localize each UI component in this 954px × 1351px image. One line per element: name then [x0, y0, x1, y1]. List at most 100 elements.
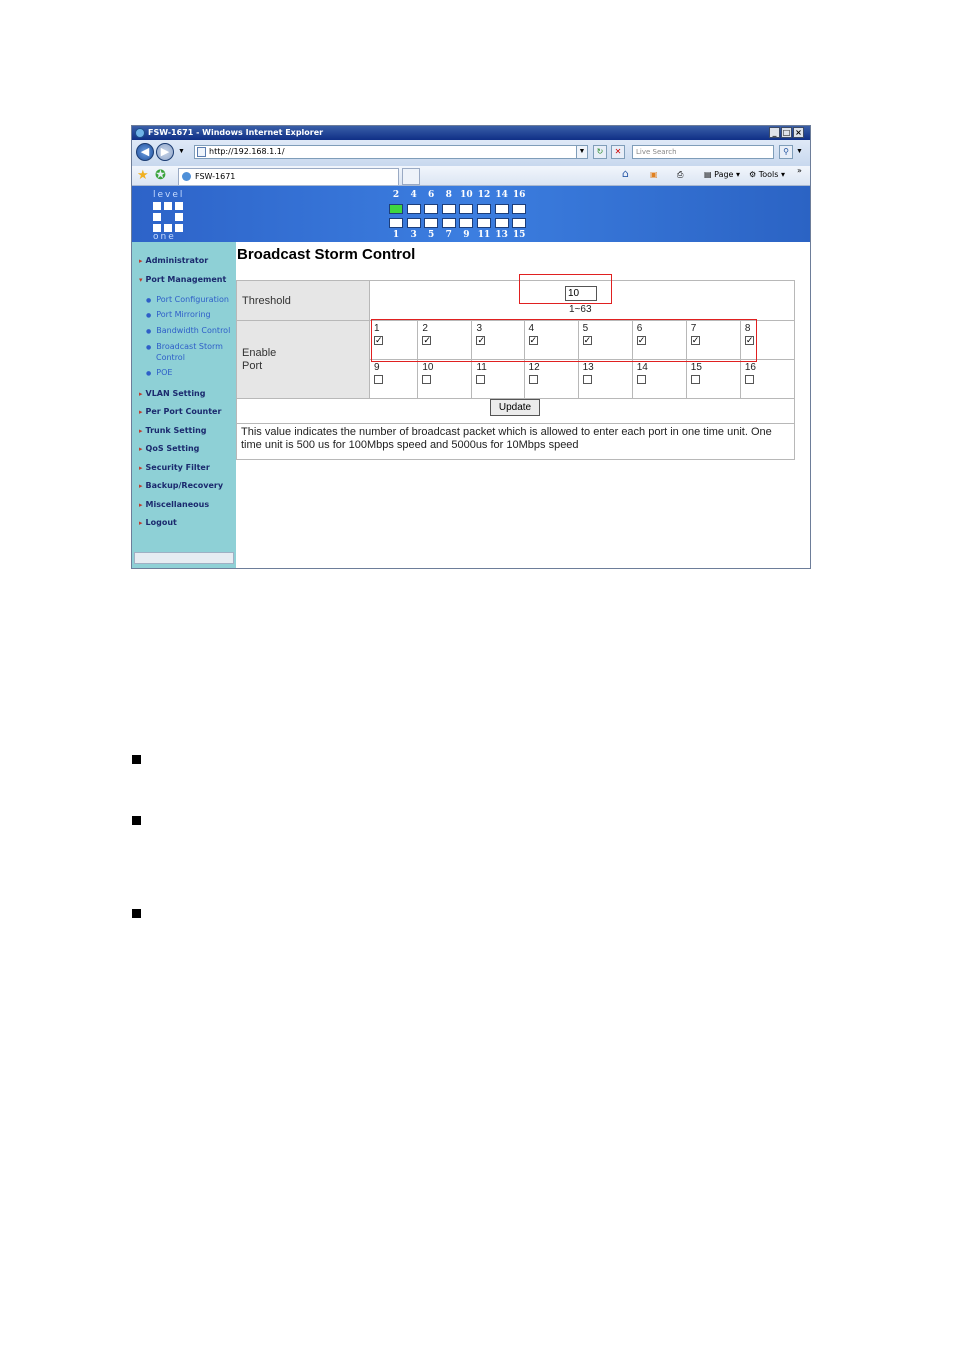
sidebar-item-trunk-setting[interactable]: ▸ Trunk Setting — [139, 426, 207, 435]
sidebar-sub-label: Port Mirroring — [156, 310, 211, 319]
sidebar-item-port-management[interactable]: ▾ Port Management — [139, 275, 226, 284]
sidebar-item-label: VLAN Setting — [145, 389, 206, 398]
port-number: 16 — [744, 362, 756, 373]
maximize-button[interactable]: □ — [781, 127, 792, 138]
sidebar-sub-label: Bandwidth Control — [156, 326, 231, 335]
port-number-label: 6 — [428, 190, 435, 200]
search-input[interactable]: Live Search — [632, 145, 774, 159]
port-led-1 — [389, 218, 403, 228]
port-number: 11 — [476, 362, 487, 373]
port-number-label: 14 — [495, 190, 508, 200]
sidebar-item-backup-recovery[interactable]: ▸ Backup/Recovery — [139, 481, 223, 490]
port-checkbox-16[interactable] — [744, 375, 754, 384]
search-options-icon[interactable]: ▼ — [796, 148, 803, 155]
browser-window: FSW-1671 - Windows Internet Explorer _ □… — [131, 125, 811, 569]
sidebar-item-qos-setting[interactable]: ▸ QoS Setting — [139, 444, 199, 453]
sidebar-sub-broadcast-storm-control[interactable]: ● Broadcast Storm Control — [146, 342, 223, 363]
sidebar-item-label: Administrator — [145, 256, 209, 265]
minimize-button[interactable]: _ — [769, 127, 780, 138]
bullet-icon: ● — [146, 328, 152, 335]
port-number-label: 5 — [428, 230, 435, 240]
arrow-down-icon: ▾ — [139, 276, 143, 284]
bullet-marker — [132, 816, 141, 825]
port-led-14 — [494, 204, 509, 214]
tab-title: FSW-1671 — [195, 172, 236, 181]
port-led-11 — [477, 218, 491, 228]
page-menu[interactable]: ▤ Page ▾ — [704, 170, 740, 179]
sidebar-sub-port-configuration[interactable]: ● Port Configuration — [146, 295, 229, 306]
new-tab-button[interactable] — [402, 168, 420, 185]
switch-banner: level one 2 4 6 8 10 12 14 16 1 3 5 7 9 11 13 15 — [132, 186, 810, 242]
bullet-icon: ● — [146, 344, 152, 351]
port-checkbox-15[interactable] — [690, 375, 700, 384]
port-number-label: 15 — [512, 230, 526, 240]
level-one-logo: level one — [146, 190, 190, 242]
favorites-star-icon[interactable]: ★ — [137, 167, 149, 183]
stop-icon[interactable]: ✕ — [611, 145, 625, 159]
port-led-10 — [459, 204, 474, 214]
address-dropdown-button[interactable]: ▼ — [576, 145, 588, 159]
update-button[interactable]: Update — [490, 399, 540, 416]
chevron-more-icon[interactable]: » — [797, 166, 802, 175]
address-bar-row: ◀ ▶ ▼ http://192.168.1.1/ ▼ ↻ ✕ Live Sea… — [132, 140, 810, 166]
arrow-right-icon: ▸ — [139, 257, 143, 265]
ie-icon — [135, 128, 145, 138]
port-checkbox-12[interactable] — [528, 375, 538, 384]
tab-fsw[interactable]: FSW-1671 — [178, 168, 399, 185]
feeds-icon[interactable]: ▣ — [650, 170, 658, 179]
arrow-right-icon: ▸ — [139, 501, 143, 509]
port-number-label: 13 — [495, 230, 508, 240]
sidebar-item-per-port-counter[interactable]: ▸ Per Port Counter — [139, 407, 221, 416]
port-status-panel: 2 4 6 8 10 12 14 16 1 3 5 7 9 11 13 15 — [388, 190, 532, 240]
print-icon[interactable]: ⎙ — [677, 170, 683, 180]
port-number-label: 10 — [460, 190, 473, 200]
port-checkbox-14[interactable] — [636, 375, 646, 384]
sidebar-item-label: Security Filter — [145, 463, 210, 472]
tab-ie-icon — [182, 172, 191, 181]
sidebar-item-label: QoS Setting — [145, 444, 200, 453]
back-button[interactable]: ◀ — [136, 143, 154, 161]
address-input[interactable]: http://192.168.1.1/ — [194, 145, 577, 159]
tab-bar: ★ ✪ FSW-1671 ⌂ ▣ ⎙ ▤ Page ▾ ⚙ Tools ▾ » — [132, 166, 810, 186]
sidebar-item-logout[interactable]: ▸ Logout — [139, 518, 177, 527]
search-icon[interactable]: ⚲ — [779, 145, 793, 159]
port-checkbox-10[interactable] — [422, 375, 432, 384]
tools-menu[interactable]: ⚙ Tools ▾ — [749, 170, 785, 179]
port-checkbox-9[interactable] — [374, 375, 383, 384]
port-number-label: 16 — [512, 190, 526, 200]
port-checkbox-13[interactable] — [582, 375, 592, 384]
address-text: http://192.168.1.1/ — [209, 147, 285, 156]
threshold-range: 1~63 — [569, 304, 592, 315]
port-led-2 — [389, 204, 403, 214]
port-led-12 — [477, 204, 491, 214]
port-number: 9 — [374, 362, 380, 373]
arrow-right-icon: ▸ — [139, 445, 143, 453]
page-icon — [197, 147, 206, 157]
sidebar-item-label: Port Management — [145, 275, 227, 284]
port-cell: 13 — [577, 359, 633, 399]
port-number-label: 3 — [410, 230, 417, 240]
home-icon[interactable]: ⌂ — [622, 167, 629, 180]
history-dropdown-icon[interactable]: ▼ — [178, 148, 185, 155]
port-cell: 14 — [631, 359, 687, 399]
forward-button[interactable]: ▶ — [156, 143, 174, 161]
port-number-label: 9 — [463, 230, 470, 240]
sidebar-sub-port-mirroring[interactable]: ● Port Mirroring — [146, 310, 211, 321]
port-number: 14 — [636, 362, 648, 373]
sidebar-item-miscellaneous[interactable]: ▸ Miscellaneous — [139, 500, 209, 509]
port-led-3 — [406, 218, 421, 228]
sidebar-sub-bandwidth-control[interactable]: ● Bandwidth Control — [146, 326, 230, 337]
close-button[interactable]: × — [793, 127, 804, 138]
sidebar-item-administrator[interactable]: ▸ Administrator — [139, 256, 208, 265]
refresh-icon[interactable]: ↻ — [593, 145, 607, 159]
port-number-label: 8 — [445, 190, 452, 200]
sidebar-horizontal-scrollbar[interactable] — [134, 552, 234, 564]
port-checkbox-11[interactable] — [476, 375, 486, 384]
sidebar-sub-poe[interactable]: ● POE — [146, 368, 172, 379]
sidebar-sub-label: Port Configuration — [156, 295, 229, 304]
bullet-icon: ● — [146, 297, 152, 304]
add-favorites-icon[interactable]: ✪ — [155, 167, 166, 183]
sidebar-item-security-filter[interactable]: ▸ Security Filter — [139, 463, 210, 472]
sidebar-sub-label: POE — [156, 368, 173, 377]
sidebar-item-vlan-setting[interactable]: ▸ VLAN Setting — [139, 389, 205, 398]
